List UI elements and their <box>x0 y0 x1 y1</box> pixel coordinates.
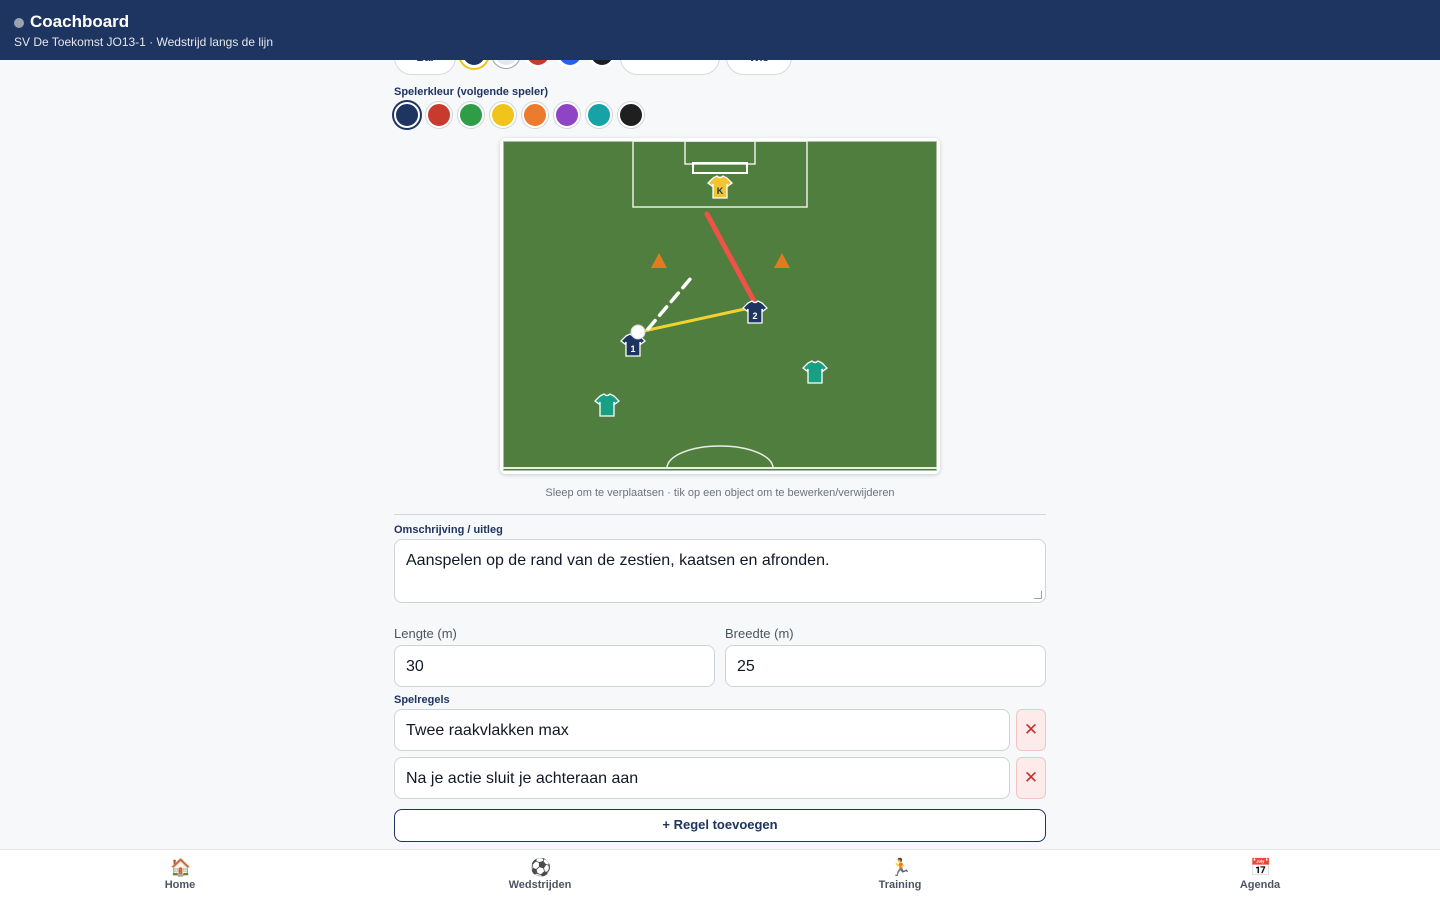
description-textarea[interactable]: Aanspelen op de rand van de zestien, kaa… <box>394 539 1046 603</box>
nav-item-training[interactable]: 🏃 Training <box>720 850 1080 900</box>
color-swatch[interactable] <box>554 102 580 128</box>
player-number: 1 <box>630 344 635 354</box>
width-label: Breedte (m) <box>725 626 794 641</box>
nav-item-agenda[interactable]: 📅 Agenda <box>1080 850 1440 900</box>
color-swatch[interactable] <box>394 102 420 128</box>
status-dot-icon <box>14 18 24 28</box>
color-swatch[interactable] <box>522 102 548 128</box>
color-swatch[interactable] <box>586 102 612 128</box>
color-swatch[interactable] <box>458 102 484 128</box>
color-swatch[interactable] <box>618 102 644 128</box>
resize-handle-icon[interactable] <box>1034 591 1042 599</box>
home-icon: 🏠 <box>170 858 192 877</box>
width-value: 25 <box>737 658 755 675</box>
length-label: Lengte (m) <box>394 626 457 641</box>
tactic-board[interactable]: K 2 1 <box>500 138 940 474</box>
rule-input[interactable]: Twee raakvlakken max <box>394 709 1010 751</box>
nav-label: Training <box>878 879 922 891</box>
rule-input[interactable]: Na je actie sluit je achteraan aan <box>394 757 1010 799</box>
remove-rule-button[interactable]: ✕ <box>1016 709 1046 751</box>
calendar-icon: 📅 <box>1250 858 1272 877</box>
player-color-label: Spelerkleur (volgende speler) <box>394 86 549 98</box>
description-text: Aanspelen op de rand van de zestien, kaa… <box>406 552 830 569</box>
keeper-label: K <box>717 186 724 196</box>
bottom-nav: 🏠 Home ⚽ Wedstrijden 🏃 Training 📅 Agenda <box>0 849 1440 900</box>
player-color-swatches <box>394 102 644 128</box>
app-header: Coachboard SV De Toekomst JO13-1 · Wedst… <box>0 0 1440 60</box>
nav-label: Wedstrijden <box>508 879 572 891</box>
nav-label: Agenda <box>1239 879 1281 891</box>
color-swatch[interactable] <box>426 102 452 128</box>
app-title: Coachboard <box>30 12 130 31</box>
color-swatch[interactable] <box>490 102 516 128</box>
soccer-ball-icon: ⚽ <box>530 858 552 877</box>
remove-rule-button[interactable]: ✕ <box>1016 757 1046 799</box>
team-subtitle: SV De Toekomst JO13-1 · Wedstrijd langs … <box>14 35 274 49</box>
nav-item-home[interactable]: 🏠 Home <box>0 850 360 900</box>
length-value: 30 <box>406 658 424 675</box>
runner-icon: 🏃 <box>890 858 912 877</box>
ball-icon[interactable] <box>630 324 646 340</box>
board-hint: Sleep om te verplaatsen · tik op een obj… <box>545 487 895 499</box>
pitch-svg[interactable]: K 2 1 <box>503 141 937 471</box>
description-label: Omschrijving / uitleg <box>394 524 503 536</box>
add-rule-button[interactable]: + Regel toevoegen <box>394 809 1046 842</box>
nav-item-matches[interactable]: ⚽ Wedstrijden <box>360 850 720 900</box>
nav-label: Home <box>164 879 196 891</box>
rule-text: Na je actie sluit je achteraan aan <box>406 770 639 787</box>
rule-text: Twee raakvlakken max <box>406 722 569 739</box>
width-input[interactable]: 25 <box>725 645 1046 687</box>
rules-label: Spelregels <box>394 694 450 706</box>
length-input[interactable]: 30 <box>394 645 715 687</box>
player-number: 2 <box>752 311 757 321</box>
divider <box>394 514 1046 515</box>
